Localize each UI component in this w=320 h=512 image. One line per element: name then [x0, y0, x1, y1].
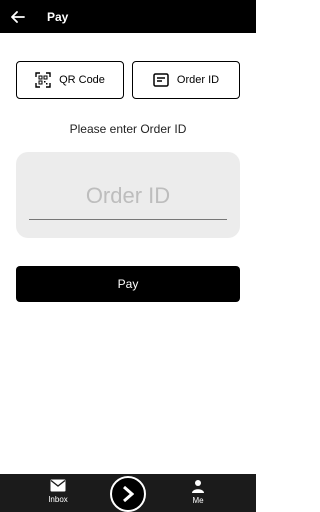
tab-order-id-label: Order ID: [176, 74, 220, 86]
back-button[interactable]: [0, 0, 36, 33]
pay-button[interactable]: Pay: [16, 266, 240, 302]
nav-inbox[interactable]: Inbox: [38, 479, 78, 504]
arrow-left-icon: [11, 10, 25, 23]
person-icon: [192, 480, 204, 493]
chevron-right-icon: [123, 486, 134, 502]
mail-icon: [50, 479, 66, 492]
tab-order-id[interactable]: Order ID: [132, 61, 240, 99]
tab-qr-code-label: QR Code: [59, 74, 105, 86]
tab-qr-code[interactable]: QR Code: [16, 61, 124, 99]
nav-me-label: Me: [192, 496, 204, 505]
page-title: Pay: [47, 9, 69, 24]
order-id-prompt: Please enter Order ID: [69, 122, 187, 136]
document-icon: [153, 73, 169, 87]
order-id-field-container: [16, 152, 240, 238]
nav-me[interactable]: Me: [178, 479, 218, 505]
center-action-button[interactable]: [110, 476, 146, 512]
app-header: Pay: [0, 0, 256, 33]
qr-code-icon: [35, 72, 51, 88]
order-id-input[interactable]: [29, 172, 227, 220]
nav-inbox-label: Inbox: [48, 495, 68, 504]
payment-method-tabs: QR Code Order ID: [16, 61, 240, 101]
